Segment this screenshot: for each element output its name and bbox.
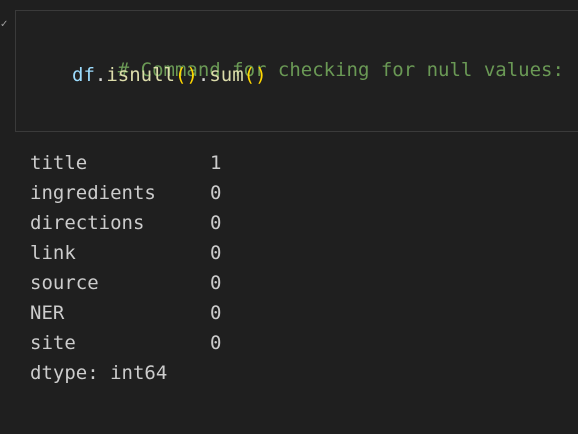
code-parens: () <box>174 64 198 86</box>
output-column-name: link <box>30 242 76 264</box>
output-row: source 0 <box>30 270 221 300</box>
output-null-count: 0 <box>210 242 222 264</box>
output-column-name: NER <box>30 302 65 324</box>
code-statement-line: df.isnull().sum() <box>72 63 267 87</box>
code-dot: . <box>94 64 107 86</box>
output-column-name: title <box>30 152 88 174</box>
code-variable: df <box>72 64 95 86</box>
code-parens: () <box>243 64 267 86</box>
output-null-count: 0 <box>210 272 222 294</box>
output-column-name: directions <box>30 212 145 234</box>
output-null-count: 0 <box>210 302 222 324</box>
code-function-isnull: isnull <box>106 64 175 86</box>
output-row: ingredients 0 <box>30 180 221 210</box>
cell-executed-check-icon: ✓ <box>0 19 9 30</box>
cell-output: title 1 ingredients 0 directions 0 link … <box>30 150 221 390</box>
code-cell[interactable]: # Command for checking for null values: … <box>15 10 578 132</box>
output-null-count: 0 <box>210 212 222 234</box>
output-row: NER 0 <box>30 300 221 330</box>
output-null-count: 1 <box>210 152 222 174</box>
code-dot: . <box>197 64 210 86</box>
output-row: link 0 <box>30 240 221 270</box>
code-function-sum: sum <box>209 64 244 86</box>
output-column-name: site <box>30 332 76 354</box>
output-row: directions 0 <box>30 210 221 240</box>
output-null-count: 0 <box>210 332 222 354</box>
output-column-name: ingredients <box>30 182 156 204</box>
output-row: site 0 <box>30 330 221 360</box>
output-column-name: source <box>30 272 99 294</box>
output-row: title 1 <box>30 150 221 180</box>
output-null-count: 0 <box>210 182 222 204</box>
